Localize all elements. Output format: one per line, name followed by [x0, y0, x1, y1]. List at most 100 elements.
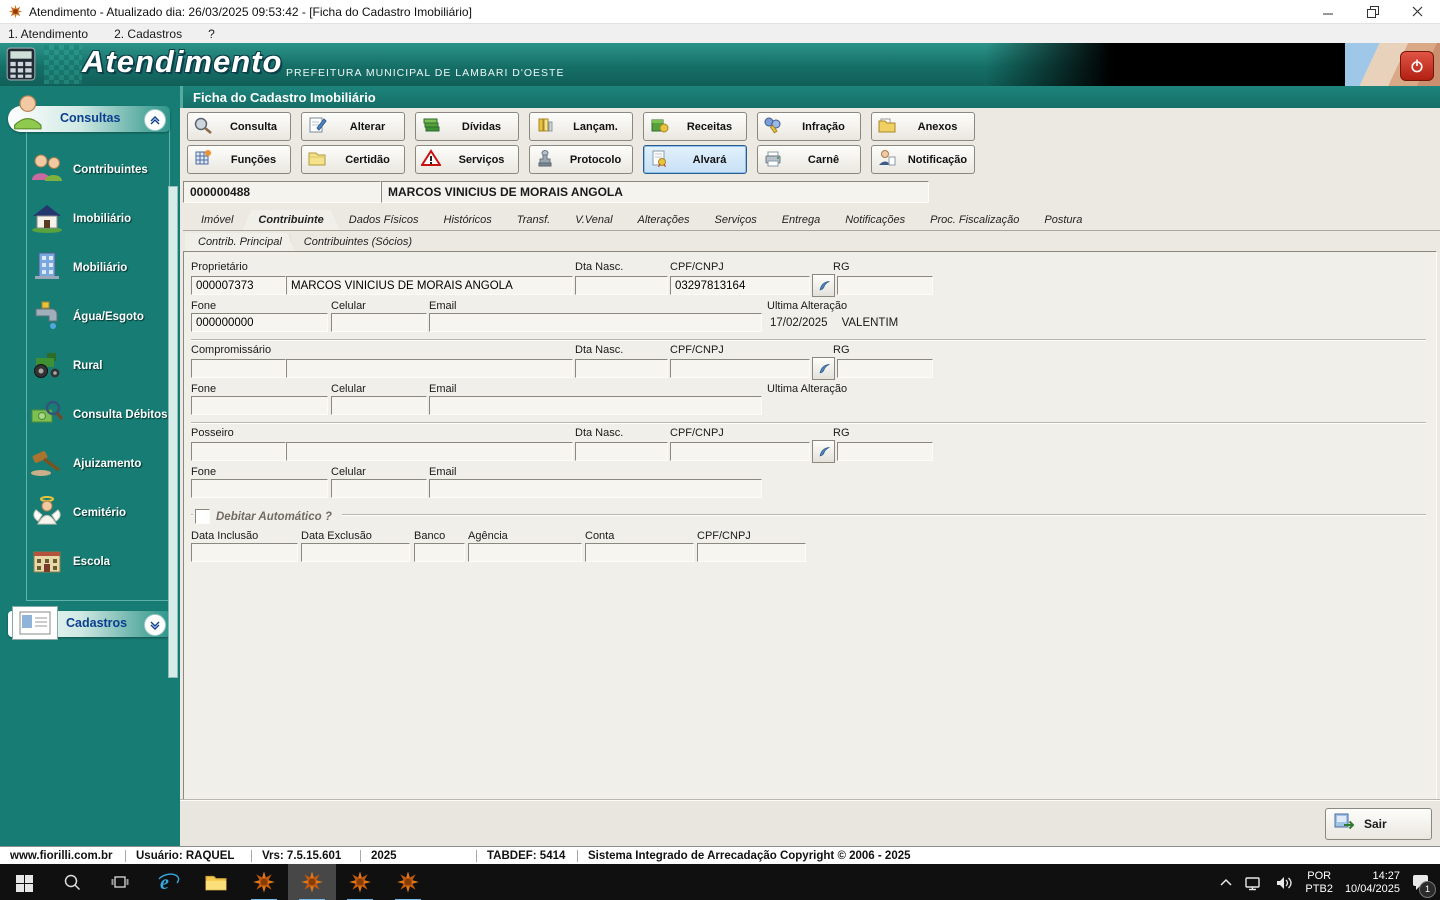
chevron-down-icon[interactable] — [144, 614, 166, 636]
power-button[interactable] — [1400, 51, 1434, 81]
posseiro-cpf-input[interactable] — [670, 442, 810, 461]
proprietario-celular-input[interactable] — [331, 313, 427, 332]
sidebar-item-ajuizamento[interactable]: Ajuizamento — [27, 439, 169, 488]
network-icon[interactable] — [1245, 875, 1263, 891]
restore-button[interactable] — [1350, 0, 1395, 23]
sidebar-item-imobiliario[interactable]: Imobiliário — [27, 194, 169, 243]
debito-agencia-input[interactable] — [468, 543, 582, 562]
sidebar-item-cemiterio[interactable]: Cemitério — [27, 488, 169, 537]
menu-cadastros[interactable]: 2. Cadastros — [114, 27, 182, 41]
sidebar-item-consulta-debitos[interactable]: Consulta Débitos — [27, 390, 169, 439]
record-name-field[interactable]: MARCOS VINICIUS DE MORAIS ANGOLA — [381, 181, 929, 203]
proprietario-nome-input[interactable] — [286, 276, 573, 295]
fiorilli-app-3-button[interactable] — [336, 864, 384, 900]
servicos-button[interactable]: Serviços — [415, 145, 519, 174]
proprietario-cpf-input[interactable] — [670, 276, 810, 295]
minimize-button[interactable] — [1305, 0, 1350, 23]
menu-help[interactable]: ? — [208, 27, 215, 41]
posseiro-email-input[interactable] — [429, 479, 762, 498]
funcoes-button[interactable]: Funções — [187, 145, 291, 174]
compromissario-dtanasc-input[interactable] — [575, 359, 668, 378]
tray-chevron-up-icon[interactable] — [1219, 877, 1233, 889]
language-indicator[interactable]: POR PTB2 — [1305, 870, 1333, 896]
cpf-lookup-button[interactable] — [812, 440, 835, 463]
fiorilli-app-1-button[interactable] — [240, 864, 288, 900]
menu-atendimento[interactable]: 1. Atendimento — [8, 27, 88, 41]
proprietario-email-input[interactable] — [429, 313, 762, 332]
record-code-field[interactable]: 000000488 — [183, 181, 381, 203]
chevron-up-icon[interactable] — [144, 109, 166, 131]
sidebar-item-contribuintes[interactable]: Contribuintes — [27, 145, 169, 194]
internet-explorer-button[interactable]: e — [144, 864, 192, 900]
proprietario-dtanasc-input[interactable] — [575, 276, 668, 295]
carne-button[interactable]: Carnê — [757, 145, 861, 174]
lancamentos-button[interactable]: Lançam. — [529, 112, 633, 141]
sidebar-scrollbar[interactable] — [168, 186, 178, 678]
taskbar-search-button[interactable] — [48, 864, 96, 900]
compromissario-rg-input[interactable] — [837, 359, 933, 378]
debitar-automatico-checkbox[interactable] — [195, 509, 210, 524]
compromissario-cpf-input[interactable] — [670, 359, 810, 378]
tab-transf[interactable]: Transf. — [501, 210, 566, 230]
tab-proc-fiscalizacao[interactable]: Proc. Fiscalização — [914, 210, 1035, 230]
debito-data-exclusao-input[interactable] — [301, 543, 410, 562]
tab-imovel[interactable]: Imóvel — [185, 210, 249, 230]
compromissario-celular-input[interactable] — [331, 396, 427, 415]
clock[interactable]: 14:27 10/04/2025 — [1345, 870, 1400, 896]
debito-data-inclusao-input[interactable] — [191, 543, 298, 562]
tab-historicos[interactable]: Históricos — [428, 210, 508, 230]
status-website[interactable]: www.fiorilli.com.br — [0, 850, 125, 862]
compromissario-nome-input[interactable] — [286, 359, 573, 378]
tab-servicos[interactable]: Serviços — [699, 210, 773, 230]
anexos-button[interactable]: Anexos — [871, 112, 975, 141]
debito-cpf-input[interactable] — [697, 543, 806, 562]
proprietario-fone-input[interactable] — [191, 313, 328, 332]
dividas-button[interactable]: Dívidas — [415, 112, 519, 141]
posseiro-fone-input[interactable] — [191, 479, 328, 498]
fiorilli-app-4-button[interactable] — [384, 864, 432, 900]
protocolo-button[interactable]: Protocolo — [529, 145, 633, 174]
tab-contribuinte[interactable]: Contribuinte — [242, 210, 339, 230]
proprietario-rg-input[interactable] — [837, 276, 933, 295]
start-button[interactable] — [0, 864, 48, 900]
cpf-lookup-button[interactable] — [812, 357, 835, 380]
tab-postura[interactable]: Postura — [1028, 210, 1098, 230]
close-button[interactable] — [1395, 0, 1440, 23]
alterar-button[interactable]: Alterar — [301, 112, 405, 141]
compromissario-fone-input[interactable] — [191, 396, 328, 415]
sidebar-group-consultas[interactable]: Consultas — [8, 106, 170, 132]
file-explorer-button[interactable] — [192, 864, 240, 900]
task-view-button[interactable] — [96, 864, 144, 900]
posseiro-rg-input[interactable] — [837, 442, 933, 461]
fiorilli-app-2-button[interactable] — [288, 864, 336, 900]
proprietario-codigo-input[interactable] — [191, 276, 286, 295]
receitas-button[interactable]: Receitas — [643, 112, 747, 141]
notification-center-icon[interactable]: 1 — [1412, 873, 1430, 894]
compromissario-email-input[interactable] — [429, 396, 762, 415]
speaker-icon[interactable] — [1275, 875, 1293, 891]
posseiro-dtanasc-input[interactable] — [575, 442, 668, 461]
subtab-contrib-principal[interactable]: Contrib. Principal — [185, 233, 295, 251]
notificacao-button[interactable]: Notificação — [871, 145, 975, 174]
tab-vvenal[interactable]: V.Venal — [559, 210, 628, 230]
alvara-button[interactable]: Alvará — [643, 145, 747, 174]
tab-entrega[interactable]: Entrega — [766, 210, 837, 230]
sidebar-group-cadastros[interactable]: Cadastros — [8, 611, 170, 637]
posseiro-nome-input[interactable] — [286, 442, 573, 461]
sidebar-item-escola[interactable]: Escola — [27, 537, 169, 586]
certidao-button[interactable]: Certidão — [301, 145, 405, 174]
posseiro-codigo-input[interactable] — [191, 442, 286, 461]
cpf-lookup-button[interactable] — [812, 274, 835, 297]
compromissario-codigo-input[interactable] — [191, 359, 286, 378]
consulta-button[interactable]: Consulta — [187, 112, 291, 141]
sidebar-item-agua-esgoto[interactable]: Água/Esgoto — [27, 292, 169, 341]
tab-notificacoes[interactable]: Notificações — [829, 210, 921, 230]
debito-conta-input[interactable] — [585, 543, 694, 562]
debito-banco-input[interactable] — [414, 543, 465, 562]
tab-dados-fisicos[interactable]: Dados Físicos — [333, 210, 435, 230]
sair-button[interactable]: Sair — [1325, 808, 1432, 840]
sidebar-item-mobiliario[interactable]: Mobiliário — [27, 243, 169, 292]
infracao-button[interactable]: Infração — [757, 112, 861, 141]
posseiro-celular-input[interactable] — [331, 479, 427, 498]
tab-alteracoes[interactable]: Alterações — [622, 210, 706, 230]
